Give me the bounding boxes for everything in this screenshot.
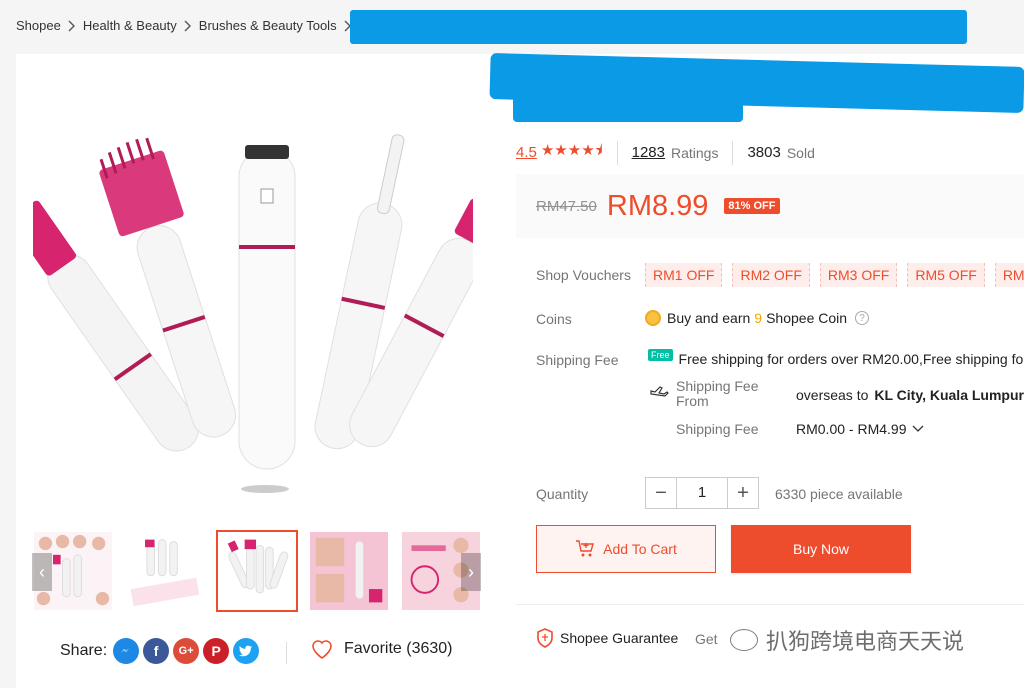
price-box: RM47.50 RM8.99 81% OFF (516, 174, 1024, 238)
shipping-destination[interactable]: overseas to KL City, Kuala Lumpur (796, 387, 1024, 403)
quantity-input[interactable]: 1 (677, 477, 727, 509)
thumbnail-4[interactable] (308, 530, 390, 612)
coins-suffix: Shopee Coin (766, 310, 848, 326)
buy-now-label: Buy Now (792, 541, 850, 557)
product-main-image[interactable] (24, 60, 482, 518)
favorite-label: Favorite (3630) (344, 640, 453, 657)
voucher-rm1[interactable]: RM1 OFF (645, 263, 723, 287)
sold-label: Sold (786, 144, 815, 161)
thumbnail-2[interactable] (124, 530, 206, 612)
coin-icon (645, 310, 661, 326)
cart-icon (576, 540, 595, 557)
original-price: RM47.50 (536, 197, 597, 215)
divider (732, 140, 734, 165)
redaction-mark (350, 10, 967, 44)
shipping-label: Shipping Fee (536, 352, 619, 368)
free-shipping-info: Free Free shipping for orders over RM20.… (648, 349, 1024, 367)
chevron-left-icon: ‹ (39, 561, 45, 582)
thumbnail-prev-button[interactable]: ‹ (32, 553, 52, 591)
ratings-label: Ratings (670, 144, 719, 161)
chevron-right-icon: › (468, 561, 474, 582)
coins-prefix: Buy and earn (667, 310, 751, 326)
shipping-from-label: Shipping Fee From (676, 378, 759, 409)
voucher-rm8[interactable]: RM8 OFF (994, 263, 1024, 287)
shipping-fee-value: RM0.00 - RM4.99 (796, 421, 907, 437)
shipping-from-prefix: overseas to (796, 387, 869, 403)
breadcrumb: Shopee Health & Beauty Brushes & Beauty … (16, 18, 359, 33)
destination-city: KL City, Kuala Lumpur (874, 387, 1024, 403)
voucher-list: RM1 OFF RM2 OFF RM3 OFF RM5 OFF RM8 OFF (645, 263, 1024, 287)
thumbnail-3-selected[interactable] (216, 530, 298, 612)
facebook-icon[interactable]: f (143, 638, 170, 664)
breadcrumb-shopee[interactable]: Shopee (16, 18, 61, 33)
guarantee-sub: Get (695, 631, 718, 647)
heart-icon (312, 640, 332, 659)
quantity-stepper: − 1 + (645, 477, 759, 509)
chevron-right-icon (184, 20, 192, 32)
buy-now-button[interactable]: Buy Now (731, 525, 911, 573)
thumbnail-strip (32, 530, 482, 612)
redaction-mark (513, 92, 743, 122)
rating-score[interactable]: 4.5 (516, 144, 537, 161)
plus-icon: + (737, 481, 749, 504)
guarantee-label: Shopee Guarantee (560, 630, 679, 646)
free-shipping-text: Free shipping for orders over RM20.00,Fr… (678, 351, 1024, 367)
current-price: RM8.99 (606, 189, 709, 222)
share-row: Share: f G+ P (60, 638, 260, 664)
wechat-icon (730, 629, 758, 651)
coins-amount: 9 (754, 310, 763, 326)
voucher-rm2[interactable]: RM2 OFF (732, 263, 810, 287)
free-shipping-icon: Free (648, 349, 673, 361)
ratings-count[interactable]: 1283 (632, 144, 665, 161)
divider (286, 642, 287, 664)
watermark-text: 扒狗跨境电商天天说 (766, 630, 965, 655)
add-to-cart-button[interactable]: Add To Cart (536, 525, 716, 573)
stock-available: 6330 piece available (775, 486, 903, 502)
watermark: 扒狗跨境电商天天说 (730, 624, 964, 656)
breadcrumb-brushes-tools[interactable]: Brushes & Beauty Tools (199, 18, 337, 33)
voucher-rm5[interactable]: RM5 OFF (907, 263, 985, 287)
twitter-icon[interactable] (233, 638, 260, 664)
discount-badge: 81% OFF (724, 198, 780, 214)
chevron-right-icon (68, 20, 76, 32)
quantity-label: Quantity (536, 486, 589, 502)
rating-row: 4.5 ★★★★⯨ 1283 Ratings 3803 Sold (516, 140, 815, 165)
chevron-down-icon (913, 425, 924, 432)
trimmer-set-image (33, 134, 473, 493)
shield-icon (537, 628, 553, 648)
favorite-button[interactable]: Favorite (3630) (310, 638, 453, 660)
shipping-fee-dropdown[interactable]: RM0.00 - RM4.99 (796, 421, 924, 437)
sold-count: 3803 (747, 144, 781, 161)
shipping-fee-label: Shipping Fee (676, 421, 759, 437)
minus-icon: − (655, 481, 667, 504)
pinterest-icon[interactable]: P (203, 638, 230, 664)
messenger-icon[interactable] (113, 638, 140, 664)
shopee-guarantee[interactable]: Shopee Guarantee (536, 628, 678, 648)
star-rating-icon: ★★★★⯨ (540, 142, 603, 159)
vouchers-label: Shop Vouchers (536, 267, 631, 283)
thumbnail-next-button[interactable]: › (461, 553, 481, 591)
coins-label: Coins (536, 311, 572, 327)
decrease-quantity-button[interactable]: − (645, 477, 677, 509)
share-label: Share: (60, 642, 108, 659)
breadcrumb-health-beauty[interactable]: Health & Beauty (83, 18, 177, 33)
help-icon[interactable]: ? (855, 311, 870, 325)
add-to-cart-label: Add To Cart (603, 541, 677, 557)
increase-quantity-button[interactable]: + (727, 477, 759, 509)
voucher-rm3[interactable]: RM3 OFF (819, 263, 898, 287)
google-plus-icon[interactable]: G+ (173, 638, 200, 664)
coins-info: Buy and earn 9 Shopee Coin ? (645, 310, 870, 326)
divider (516, 604, 1024, 605)
airplane-icon (650, 382, 670, 403)
divider (616, 140, 618, 165)
